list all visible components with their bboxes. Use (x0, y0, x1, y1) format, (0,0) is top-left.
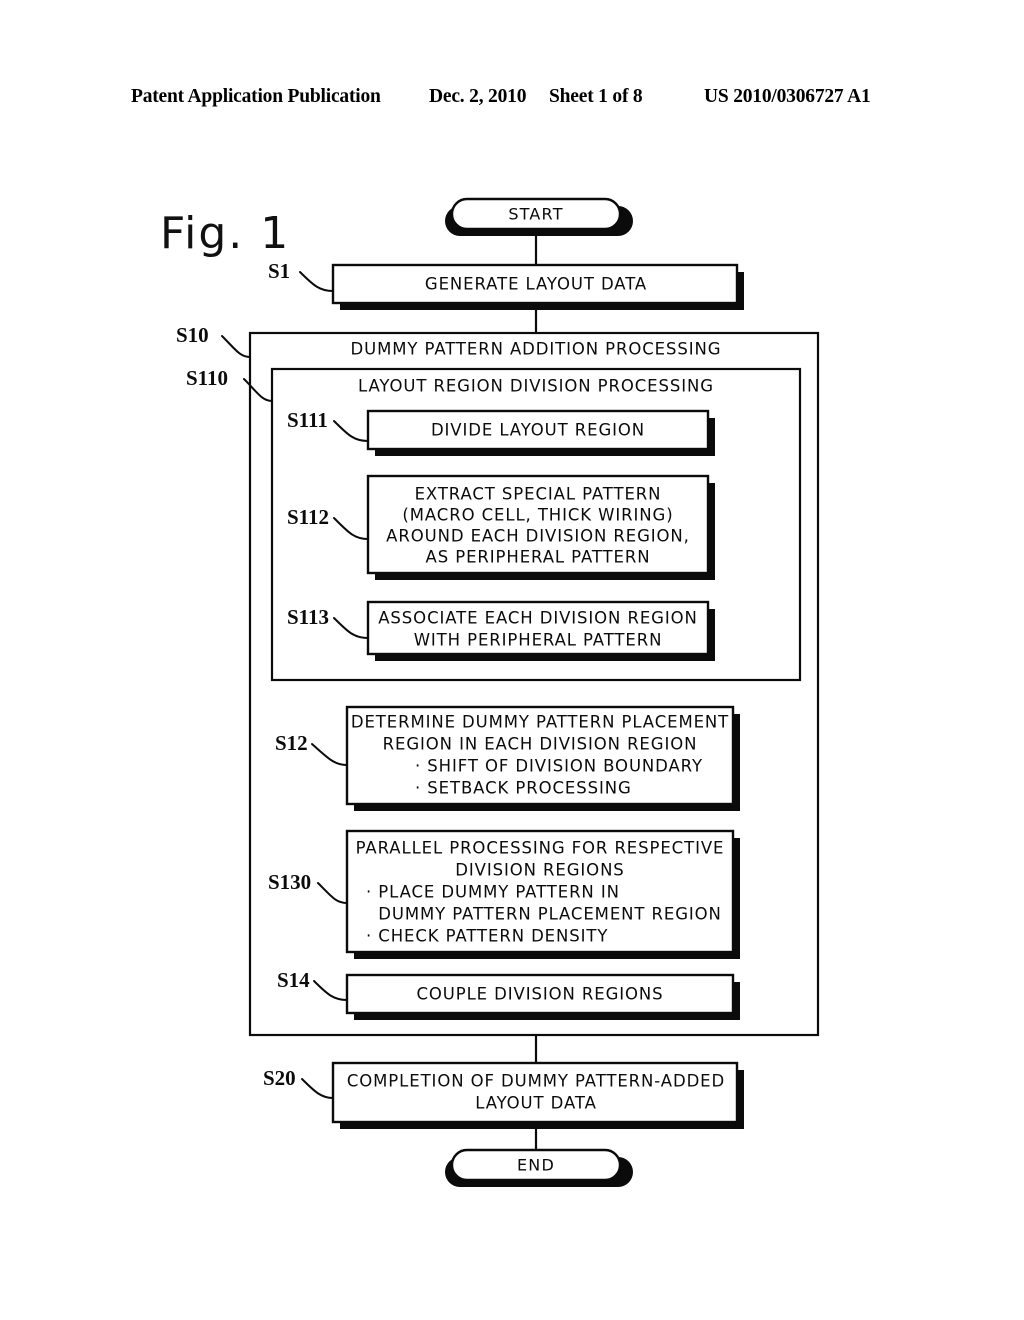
step-label-s12: S12 (275, 731, 308, 755)
node-s113-line-2: WITH PERIPHERAL PATTERN (414, 631, 663, 650)
node-s130-line-4: DUMMY PATTERN PLACEMENT REGION (366, 905, 722, 924)
node-start: START (445, 197, 633, 236)
step-label-s113: S113 (287, 605, 329, 629)
node-s20-line-2: LAYOUT DATA (475, 1094, 597, 1113)
step-label-s111: S111 (287, 408, 328, 432)
node-end: END (445, 1148, 633, 1187)
leader-s1 (299, 271, 334, 292)
node-start-label: START (508, 205, 563, 224)
node-end-label: END (517, 1156, 555, 1175)
node-s112-line-2: (MACRO CELL, THICK WIRING) (402, 506, 673, 525)
node-s130-line-5: · CHECK PATTERN DENSITY (366, 927, 608, 946)
node-s12-line-1: DETERMINE DUMMY PATTERN PLACEMENT (351, 713, 729, 732)
step-label-s112: S112 (287, 505, 329, 529)
node-s113: ASSOCIATE EACH DIVISION REGION WITH PERI… (366, 600, 715, 661)
node-s12-line-2: REGION IN EACH DIVISION REGION (383, 735, 698, 754)
node-s112-line-3: AROUND EACH DIVISION REGION, (386, 527, 690, 546)
step-label-s1: S1 (268, 259, 290, 283)
node-s12-line-4: · SETBACK PROCESSING (415, 779, 632, 798)
node-s14-label: COUPLE DIVISION REGIONS (416, 985, 663, 1004)
node-s113-line-1: ASSOCIATE EACH DIVISION REGION (378, 609, 697, 628)
container-s10-label: DUMMY PATTERN ADDITION PROCESSING (351, 340, 722, 359)
step-label-s20: S20 (263, 1066, 296, 1090)
node-s12: DETERMINE DUMMY PATTERN PLACEMENT REGION… (345, 705, 740, 811)
node-s130: PARALLEL PROCESSING FOR RESPECTIVE DIVIS… (345, 829, 740, 959)
node-s1-label: GENERATE LAYOUT DATA (425, 275, 647, 294)
node-s111: DIVIDE LAYOUT REGION (366, 409, 715, 456)
node-s112: EXTRACT SPECIAL PATTERN (MACRO CELL, THI… (366, 474, 715, 580)
node-s130-line-1: PARALLEL PROCESSING FOR RESPECTIVE (356, 839, 725, 858)
node-s1: GENERATE LAYOUT DATA (331, 263, 744, 310)
container-s110-label: LAYOUT REGION DIVISION PROCESSING (358, 377, 714, 396)
node-s130-line-2: DIVISION REGIONS (455, 861, 624, 880)
node-s20-line-1: COMPLETION OF DUMMY PATTERN-ADDED (347, 1072, 725, 1091)
leader-s20 (301, 1078, 334, 1099)
node-s14: COUPLE DIVISION REGIONS (345, 973, 740, 1020)
step-label-s14: S14 (277, 968, 310, 992)
node-s112-line-1: EXTRACT SPECIAL PATTERN (415, 485, 662, 504)
step-label-s110: S110 (186, 366, 228, 390)
step-label-s10: S10 (176, 323, 209, 347)
node-s130-line-3: · PLACE DUMMY PATTERN IN (366, 883, 620, 902)
node-s112-line-4: AS PERIPHERAL PATTERN (426, 548, 651, 567)
node-s20: COMPLETION OF DUMMY PATTERN-ADDED LAYOUT… (331, 1061, 744, 1129)
flowchart-diagram: DUMMY PATTERN ADDITION PROCESSING LAYOUT… (176, 197, 820, 1187)
leader-s10 (221, 335, 251, 358)
node-s111-label: DIVIDE LAYOUT REGION (431, 421, 645, 440)
node-s12-line-3: · SHIFT OF DIVISION BOUNDARY (415, 757, 703, 776)
step-label-s130: S130 (268, 870, 311, 894)
